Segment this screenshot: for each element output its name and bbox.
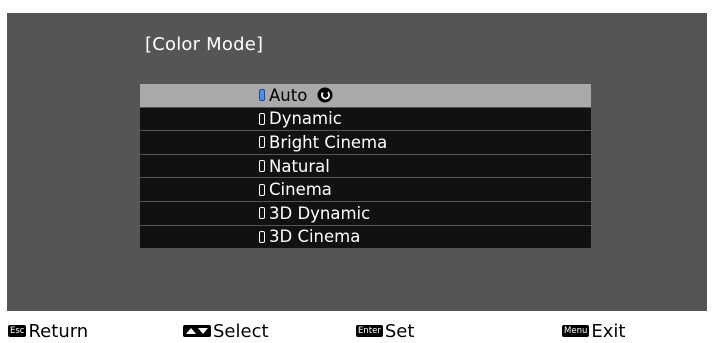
option-bright-cinema[interactable]: Bright Cinema — [140, 131, 591, 154]
select-label: Select — [213, 320, 269, 342]
indicator-icon — [259, 183, 265, 196]
color-mode-list: Auto Dynamic Bright Cinema Natural Cinem… — [140, 84, 591, 249]
selected-indicator-icon — [259, 89, 265, 102]
option-label: 3D Cinema — [269, 227, 361, 247]
color-mode-menu-panel: [Color Mode] Auto Dynamic Bright Cinema … — [7, 13, 707, 311]
indicator-icon — [259, 230, 265, 243]
option-dynamic[interactable]: Dynamic — [140, 107, 591, 131]
enter-key-icon: Enter — [356, 325, 383, 337]
option-label: Dynamic — [269, 109, 342, 129]
return-label: Return — [28, 320, 89, 342]
current-setting-icon — [317, 87, 333, 103]
option-label: Auto — [269, 85, 308, 105]
button-guide-bar: Esc Return Select Enter Set Menu Exit — [0, 319, 714, 343]
set-label: Set — [384, 320, 415, 342]
option-label: Cinema — [269, 180, 332, 200]
option-natural[interactable]: Natural — [140, 154, 591, 178]
option-3d-dynamic[interactable]: 3D Dynamic — [140, 201, 591, 225]
option-label: 3D Dynamic — [269, 203, 371, 223]
indicator-icon — [259, 112, 265, 125]
return-hint[interactable]: Esc Return — [8, 319, 88, 343]
indicator-icon — [259, 136, 265, 149]
option-cinema[interactable]: Cinema — [140, 178, 591, 201]
menu-title: [Color Mode] — [145, 34, 264, 55]
up-down-arrow-keys-icon — [183, 325, 211, 337]
exit-label: Exit — [591, 320, 626, 342]
option-auto[interactable]: Auto — [140, 84, 591, 107]
exit-hint[interactable]: Menu Exit — [562, 319, 625, 343]
esc-key-icon: Esc — [8, 325, 27, 337]
option-label: Natural — [269, 156, 330, 176]
option-3d-cinema[interactable]: 3D Cinema — [140, 225, 591, 249]
select-hint[interactable]: Select — [183, 319, 269, 343]
indicator-icon — [259, 160, 265, 173]
indicator-icon — [259, 207, 265, 220]
menu-key-icon: Menu — [562, 325, 590, 337]
option-label: Bright Cinema — [269, 132, 388, 152]
set-hint[interactable]: Enter Set — [356, 319, 414, 343]
